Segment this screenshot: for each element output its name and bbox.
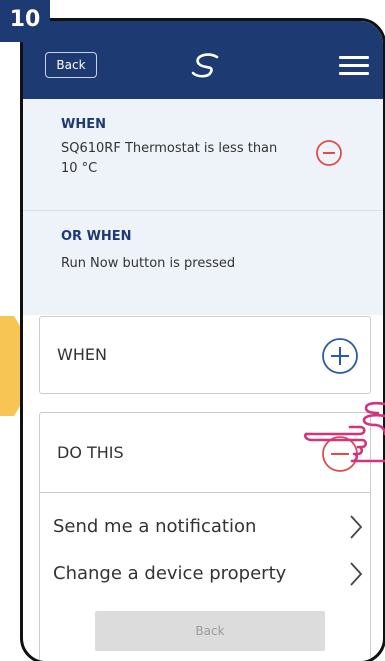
salus-logo-icon <box>191 53 219 78</box>
header-back-button[interactable]: Back <box>45 52 97 78</box>
conditions-list: WHEN SQ610RF Thermostat is less than 10 … <box>23 99 383 315</box>
do-this-label: DO THIS <box>57 443 124 462</box>
when-section: WHEN <box>39 316 371 394</box>
action-change-device-property[interactable]: Change a device property <box>53 557 363 591</box>
pointing-hand-icon <box>303 401 385 463</box>
remove-condition-icon[interactable] <box>315 139 343 167</box>
action-label: Send me a notification <box>53 516 257 537</box>
chevron-right-icon <box>350 562 363 586</box>
footer-back-button[interactable]: Back <box>95 611 325 651</box>
condition-title: WHEN <box>61 117 106 132</box>
condition-text: SQ610RF Thermostat is less than 10 °C <box>61 141 278 176</box>
hamburger-menu-icon[interactable] <box>339 56 369 76</box>
when-section-label: WHEN <box>57 345 107 364</box>
condition-title: OR WHEN <box>61 229 132 244</box>
condition-text: Run Now button is pressed <box>61 256 236 271</box>
section-divider <box>40 492 370 493</box>
condition-item: WHEN SQ610RF Thermostat is less than 10 … <box>23 99 383 211</box>
action-send-notification[interactable]: Send me a notification <box>53 510 363 544</box>
chevron-right-icon <box>350 515 363 539</box>
phone-screen: Back WHEN SQ610RF Thermostat is less tha… <box>20 18 385 661</box>
action-label: Change a device property <box>53 563 287 584</box>
app-header: Back <box>23 21 383 99</box>
add-condition-icon[interactable] <box>321 337 359 375</box>
